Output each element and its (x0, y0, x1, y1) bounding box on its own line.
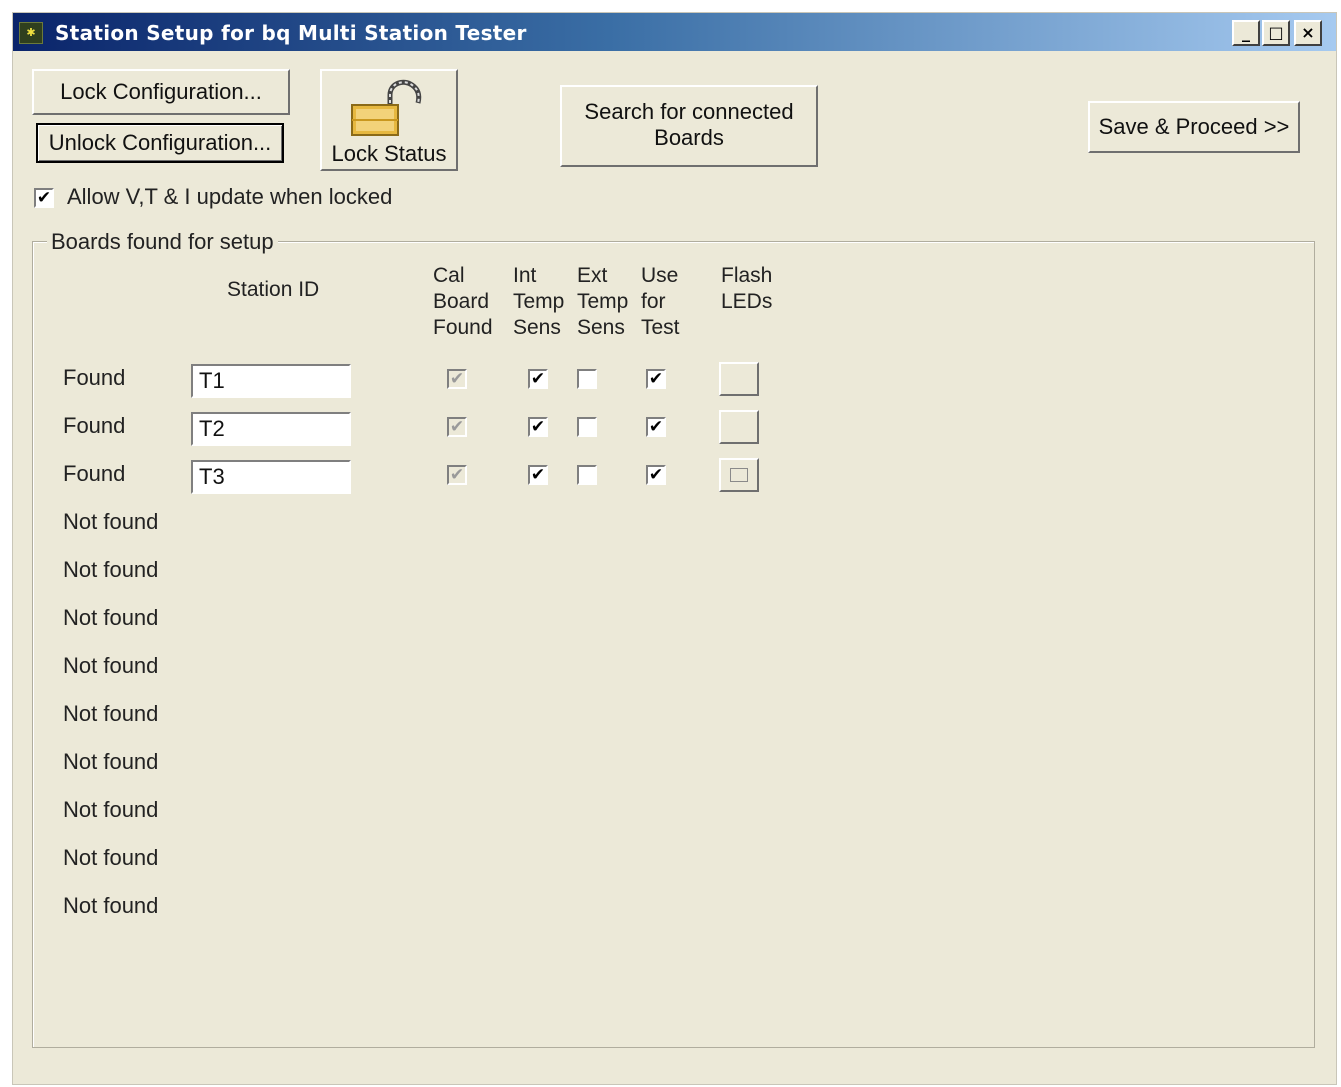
search-boards-button[interactable]: Search for connected Boards (560, 85, 818, 167)
app-icon[interactable]: ✱ (19, 22, 43, 44)
save-proceed-label: Save & Proceed >> (1098, 114, 1290, 139)
lock-configuration-button[interactable]: Lock Configuration... (32, 69, 290, 115)
padlock-icon (351, 79, 422, 136)
station-id-input[interactable]: T2 (191, 412, 351, 446)
minimize-button[interactable]: _ (1232, 20, 1260, 46)
save-proceed-button[interactable]: Save & Proceed >> (1088, 101, 1300, 153)
row-status: Not found (63, 509, 159, 534)
col-station-id: Station ID (227, 278, 320, 301)
col-flash-leds: Flash LEDs (721, 264, 773, 313)
station-setup-window: ✱ Station Setup for bq Multi Station Tes… (12, 12, 1337, 1085)
cal-board-checkbox: ✔ (447, 465, 467, 485)
row-status: Not found (63, 557, 159, 582)
col-cal-board-found: Cal Board Found (433, 264, 493, 339)
flash-leds-button[interactable] (719, 362, 759, 396)
boards-group-title: Boards found for setup (47, 229, 278, 255)
row-status: Not found (63, 701, 159, 726)
unlock-configuration-button[interactable]: Unlock Configuration... (36, 123, 284, 163)
lock-status-label: Lock Status (331, 141, 447, 166)
row-status: Not found (63, 797, 159, 822)
row-status: Not found (63, 749, 159, 774)
search-boards-label-line2: Boards (654, 125, 724, 150)
ext-temp-checkbox[interactable] (577, 417, 597, 437)
allow-update-checkbox[interactable]: ✔ (34, 188, 54, 208)
maximize-button[interactable]: □ (1262, 20, 1290, 46)
title-bar[interactable]: ✱ Station Setup for bq Multi Station Tes… (13, 13, 1336, 51)
lock-status-button[interactable]: Lock Status (320, 69, 458, 171)
row-status: Found (63, 413, 126, 438)
row-status: Found (63, 365, 126, 390)
int-temp-checkbox[interactable]: ✔ (528, 369, 548, 389)
ext-temp-checkbox[interactable] (577, 465, 597, 485)
use-for-test-checkbox[interactable]: ✔ (646, 465, 666, 485)
search-boards-label-line1: Search for connected (584, 99, 794, 124)
window-title: Station Setup for bq Multi Station Teste… (55, 21, 527, 45)
station-id-input[interactable]: T3 (191, 460, 351, 494)
station-id-input[interactable]: T1 (191, 364, 351, 398)
use-for-test-checkbox[interactable]: ✔ (646, 369, 666, 389)
cal-board-checkbox: ✔ (447, 417, 467, 437)
flash-leds-button[interactable] (719, 458, 759, 492)
boards-groupbox (32, 241, 1315, 1048)
use-for-test-checkbox[interactable]: ✔ (646, 417, 666, 437)
row-status: Not found (63, 605, 159, 630)
row-status: Not found (63, 893, 159, 918)
int-temp-checkbox[interactable]: ✔ (528, 417, 548, 437)
row-status: Not found (63, 845, 159, 870)
lock-configuration-label: Lock Configuration... (60, 79, 262, 104)
flash-leds-button[interactable] (719, 410, 759, 444)
col-int-temp-sens: Int Temp Sens (513, 264, 565, 339)
cal-board-checkbox: ✔ (447, 369, 467, 389)
unlock-configuration-label: Unlock Configuration... (48, 130, 272, 155)
col-use-for-test: Use for Test (641, 264, 680, 339)
allow-update-label: Allow V,T & I update when locked (67, 184, 393, 209)
close-button[interactable]: × (1294, 20, 1322, 46)
ext-temp-checkbox[interactable] (577, 369, 597, 389)
row-status: Found (63, 461, 126, 486)
row-status: Not found (63, 653, 159, 678)
col-ext-temp-sens: Ext Temp Sens (577, 264, 629, 339)
int-temp-checkbox[interactable]: ✔ (528, 465, 548, 485)
